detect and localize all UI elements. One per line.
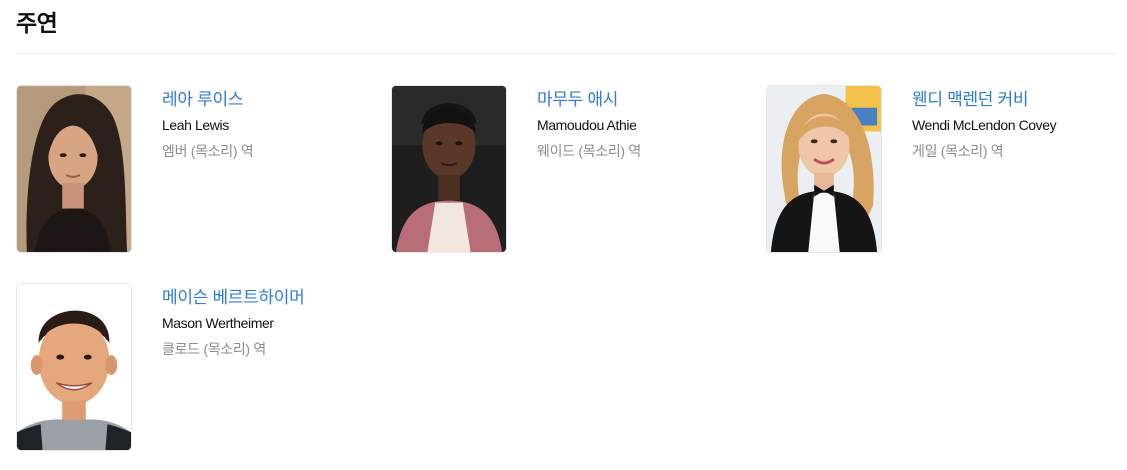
cast-card: 웬디 맥렌던 커비 Wendi McLendon Covey 게일 (목소리) …: [766, 85, 1126, 255]
cast-card: 메이슨 베르트하이머 Mason Wertheimer 클로드 (목소리) 역: [16, 283, 376, 453]
cast-role: 게일 (목소리) 역: [912, 143, 1004, 159]
cast-photo[interactable]: [766, 85, 882, 253]
cast-name-korean[interactable]: 레아 루이스: [162, 88, 253, 112]
cast-info: 메이슨 베르트하이머 Mason Wertheimer 클로드 (목소리) 역: [162, 286, 305, 359]
cast-role: 클로드 (목소리) 역: [162, 341, 266, 357]
cast-card: 마무두 애시 Mamoudou Athie 웨이드 (목소리) 역: [391, 85, 751, 255]
cast-name-korean[interactable]: 웬디 맥렌던 커비: [912, 88, 1056, 112]
cast-name-english: Leah Lewis: [162, 117, 229, 133]
cast-role: 웨이드 (목소리) 역: [537, 143, 641, 159]
section-title: 주연: [16, 10, 58, 36]
cast-card: 레아 루이스 Leah Lewis 엠버 (목소리) 역: [16, 85, 376, 255]
cast-info: 웬디 맥렌던 커비 Wendi McLendon Covey 게일 (목소리) …: [912, 88, 1057, 161]
cast-photo[interactable]: [16, 85, 132, 253]
cast-info: 레아 루이스 Leah Lewis 엠버 (목소리) 역: [162, 88, 254, 161]
cast-photo[interactable]: [16, 283, 132, 451]
cast-role: 엠버 (목소리) 역: [162, 143, 254, 159]
section-divider: [16, 53, 1115, 54]
cast-name-korean[interactable]: 마무두 애시: [537, 88, 641, 112]
cast-name-english: Wendi McLendon Covey: [912, 117, 1057, 133]
cast-name-korean[interactable]: 메이슨 베르트하이머: [162, 286, 305, 310]
cast-photo[interactable]: [391, 85, 507, 253]
cast-info: 마무두 애시 Mamoudou Athie 웨이드 (목소리) 역: [537, 88, 641, 161]
cast-name-english: Mamoudou Athie: [537, 117, 637, 133]
cast-name-english: Mason Wertheimer: [162, 315, 274, 331]
main-cast-section: 주연 레아 루이스 Leah Lewis 엠버 (목소리) 역 마무두 애시 M…: [0, 0, 1127, 470]
